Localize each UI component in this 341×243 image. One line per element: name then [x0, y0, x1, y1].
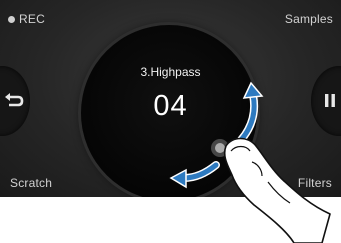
- pointing-finger-icon: [223, 137, 331, 243]
- app-stage: REC Samples Scratch Filters 3.Highpass 0…: [0, 0, 341, 243]
